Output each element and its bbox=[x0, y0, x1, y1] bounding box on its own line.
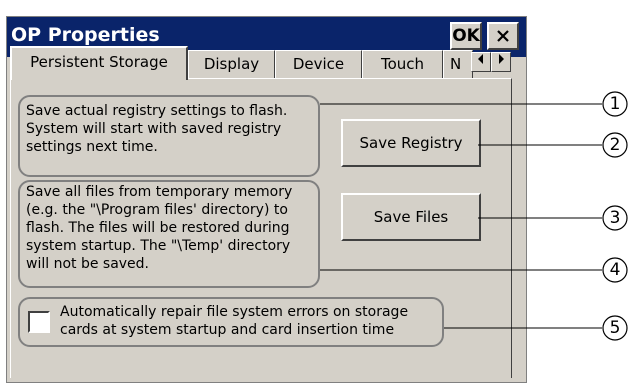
callout-number-1: 1 bbox=[609, 94, 621, 114]
tab-persistent-storage[interactable]: Persistent Storage bbox=[10, 46, 188, 80]
callout-number-4: 4 bbox=[609, 260, 621, 280]
callout-number-5: 5 bbox=[609, 318, 621, 338]
callout-number-3: 3 bbox=[609, 208, 621, 228]
callout-number-2: 2 bbox=[609, 135, 621, 155]
